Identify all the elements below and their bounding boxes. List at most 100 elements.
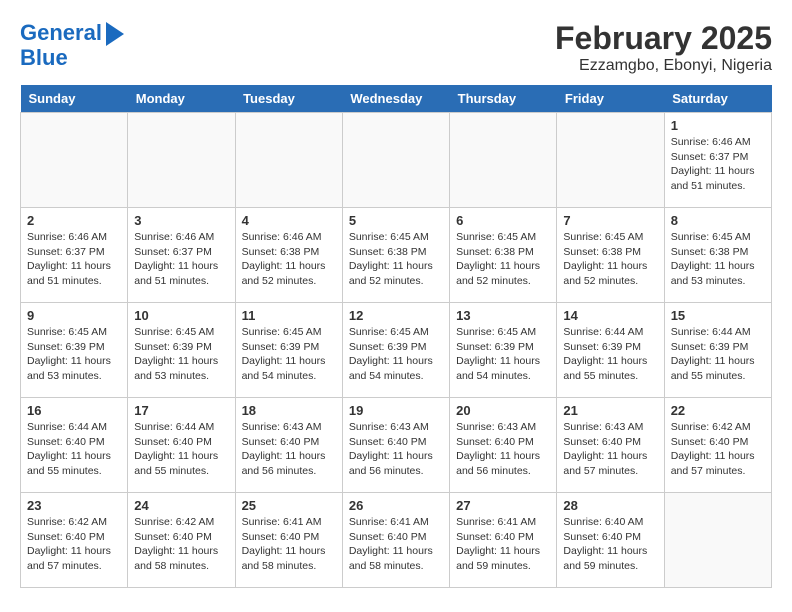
calendar-table: SundayMondayTuesdayWednesdayThursdayFrid… [20,85,772,588]
day-info: Sunrise: 6:45 AM Sunset: 6:38 PM Dayligh… [349,230,443,289]
calendar-header-row: SundayMondayTuesdayWednesdayThursdayFrid… [21,85,772,113]
day-number: 24 [134,498,228,513]
day-info: Sunrise: 6:45 AM Sunset: 6:38 PM Dayligh… [563,230,657,289]
day-number: 21 [563,403,657,418]
location-title: Ezzamgbo, Ebonyi, Nigeria [555,57,772,75]
calendar-cell: 26Sunrise: 6:41 AM Sunset: 6:40 PM Dayli… [342,493,449,588]
calendar-cell: 21 Sunrise: 6:43 AM Sunset: 6:40 PM Dayli… [557,398,664,493]
calendar-cell: 17 Sunrise: 6:44 AM Sunset: 6:40 PM Dayli… [128,398,235,493]
day-number: 7 [563,213,657,228]
day-number: 17 [134,403,228,418]
header-tuesday: Tuesday [235,85,342,113]
logo-blue-text: Blue [20,46,68,70]
day-number: 23 [27,498,121,513]
day-number: 20 [456,403,550,418]
day-info: Sunrise: 6:42 AM Sunset: 6:40 PM Dayligh… [134,515,228,574]
header-thursday: Thursday [450,85,557,113]
header-wednesday: Wednesday [342,85,449,113]
logo-text: General [20,21,102,45]
day-number: 9 [27,308,121,323]
day-number: 4 [242,213,336,228]
calendar-cell: 2 Sunrise: 6:46 AM Sunset: 6:37 PM Daylig… [21,208,128,303]
day-number: 18 [242,403,336,418]
day-info: Sunrise: 6:45 AM Sunset: 6:38 PM Dayligh… [671,230,765,289]
calendar-cell: 15Sunrise: 6:44 AM Sunset: 6:39 PM Dayli… [664,303,771,398]
day-info: Sunrise: 6:41 AM Sunset: 6:40 PM Dayligh… [242,515,336,574]
page-header: General Blue February 2025 Ezzamgbo, Ebo… [20,20,772,75]
day-number: 12 [349,308,443,323]
calendar-cell: 28 Sunrise: 6:40 AM Sunset: 6:40 PM Dayli… [557,493,664,588]
day-number: 3 [134,213,228,228]
month-title: February 2025 [555,20,772,57]
logo: General Blue [20,20,124,70]
calendar-cell: 4 Sunrise: 6:46 AM Sunset: 6:38 PM Daylig… [235,208,342,303]
calendar-cell: 16Sunrise: 6:44 AM Sunset: 6:40 PM Dayli… [21,398,128,493]
day-info: Sunrise: 6:43 AM Sunset: 6:40 PM Dayligh… [456,420,550,479]
logo-arrow-icon [106,22,124,46]
title-section: February 2025 Ezzamgbo, Ebonyi, Nigeria [555,20,772,75]
day-number: 22 [671,403,765,418]
day-info: Sunrise: 6:45 AM Sunset: 6:39 PM Dayligh… [242,325,336,384]
calendar-week-2: 2 Sunrise: 6:46 AM Sunset: 6:37 PM Daylig… [21,208,772,303]
calendar-cell: 11 Sunrise: 6:45 AM Sunset: 6:39 PM Dayli… [235,303,342,398]
calendar-cell: 7 Sunrise: 6:45 AM Sunset: 6:38 PM Daylig… [557,208,664,303]
day-info: Sunrise: 6:45 AM Sunset: 6:39 PM Dayligh… [27,325,121,384]
calendar-week-3: 9 Sunrise: 6:45 AM Sunset: 6:39 PM Daylig… [21,303,772,398]
calendar-cell: 6Sunrise: 6:45 AM Sunset: 6:38 PM Daylig… [450,208,557,303]
day-info: Sunrise: 6:46 AM Sunset: 6:37 PM Dayligh… [671,135,765,194]
calendar-week-1: 1 Sunrise: 6:46 AM Sunset: 6:37 PM Daylig… [21,113,772,208]
header-sunday: Sunday [21,85,128,113]
day-info: Sunrise: 6:45 AM Sunset: 6:39 PM Dayligh… [349,325,443,384]
day-number: 11 [242,308,336,323]
calendar-cell [128,113,235,208]
calendar-week-5: 23 Sunrise: 6:42 AM Sunset: 6:40 PM Dayli… [21,493,772,588]
day-number: 5 [349,213,443,228]
calendar-cell [21,113,128,208]
calendar-cell: 9 Sunrise: 6:45 AM Sunset: 6:39 PM Daylig… [21,303,128,398]
day-info: Sunrise: 6:46 AM Sunset: 6:37 PM Dayligh… [27,230,121,289]
day-info: Sunrise: 6:44 AM Sunset: 6:40 PM Dayligh… [27,420,121,479]
day-info: Sunrise: 6:43 AM Sunset: 6:40 PM Dayligh… [242,420,336,479]
calendar-cell: 18 Sunrise: 6:43 AM Sunset: 6:40 PM Dayli… [235,398,342,493]
day-number: 27 [456,498,550,513]
calendar-cell [235,113,342,208]
day-info: Sunrise: 6:45 AM Sunset: 6:39 PM Dayligh… [456,325,550,384]
day-number: 13 [456,308,550,323]
day-info: Sunrise: 6:46 AM Sunset: 6:38 PM Dayligh… [242,230,336,289]
calendar-cell: 8 Sunrise: 6:45 AM Sunset: 6:38 PM Daylig… [664,208,771,303]
day-info: Sunrise: 6:42 AM Sunset: 6:40 PM Dayligh… [671,420,765,479]
day-info: Sunrise: 6:41 AM Sunset: 6:40 PM Dayligh… [349,515,443,574]
day-number: 14 [563,308,657,323]
calendar-cell: 5 Sunrise: 6:45 AM Sunset: 6:38 PM Daylig… [342,208,449,303]
day-info: Sunrise: 6:42 AM Sunset: 6:40 PM Dayligh… [27,515,121,574]
day-number: 6 [456,213,550,228]
day-info: Sunrise: 6:44 AM Sunset: 6:40 PM Dayligh… [134,420,228,479]
header-friday: Friday [557,85,664,113]
calendar-cell [342,113,449,208]
day-info: Sunrise: 6:40 AM Sunset: 6:40 PM Dayligh… [563,515,657,574]
day-number: 10 [134,308,228,323]
day-number: 8 [671,213,765,228]
calendar-cell: 27 Sunrise: 6:41 AM Sunset: 6:40 PM Dayli… [450,493,557,588]
day-number: 1 [671,118,765,133]
calendar-cell [557,113,664,208]
calendar-cell: 1 Sunrise: 6:46 AM Sunset: 6:37 PM Daylig… [664,113,771,208]
calendar-cell: 25Sunrise: 6:41 AM Sunset: 6:40 PM Dayli… [235,493,342,588]
calendar-cell [450,113,557,208]
calendar-cell: 13 Sunrise: 6:45 AM Sunset: 6:39 PM Dayli… [450,303,557,398]
day-info: Sunrise: 6:44 AM Sunset: 6:39 PM Dayligh… [671,325,765,384]
day-info: Sunrise: 6:41 AM Sunset: 6:40 PM Dayligh… [456,515,550,574]
header-monday: Monday [128,85,235,113]
calendar-cell: 20 Sunrise: 6:43 AM Sunset: 6:40 PM Dayli… [450,398,557,493]
day-info: Sunrise: 6:46 AM Sunset: 6:37 PM Dayligh… [134,230,228,289]
calendar-week-4: 16Sunrise: 6:44 AM Sunset: 6:40 PM Dayli… [21,398,772,493]
calendar-cell: 23 Sunrise: 6:42 AM Sunset: 6:40 PM Dayli… [21,493,128,588]
day-number: 2 [27,213,121,228]
calendar-cell: 14 Sunrise: 6:44 AM Sunset: 6:39 PM Dayli… [557,303,664,398]
header-saturday: Saturday [664,85,771,113]
day-info: Sunrise: 6:43 AM Sunset: 6:40 PM Dayligh… [563,420,657,479]
day-info: Sunrise: 6:44 AM Sunset: 6:39 PM Dayligh… [563,325,657,384]
calendar-cell: 22 Sunrise: 6:42 AM Sunset: 6:40 PM Dayli… [664,398,771,493]
day-number: 28 [563,498,657,513]
calendar-cell: 12 Sunrise: 6:45 AM Sunset: 6:39 PM Dayli… [342,303,449,398]
